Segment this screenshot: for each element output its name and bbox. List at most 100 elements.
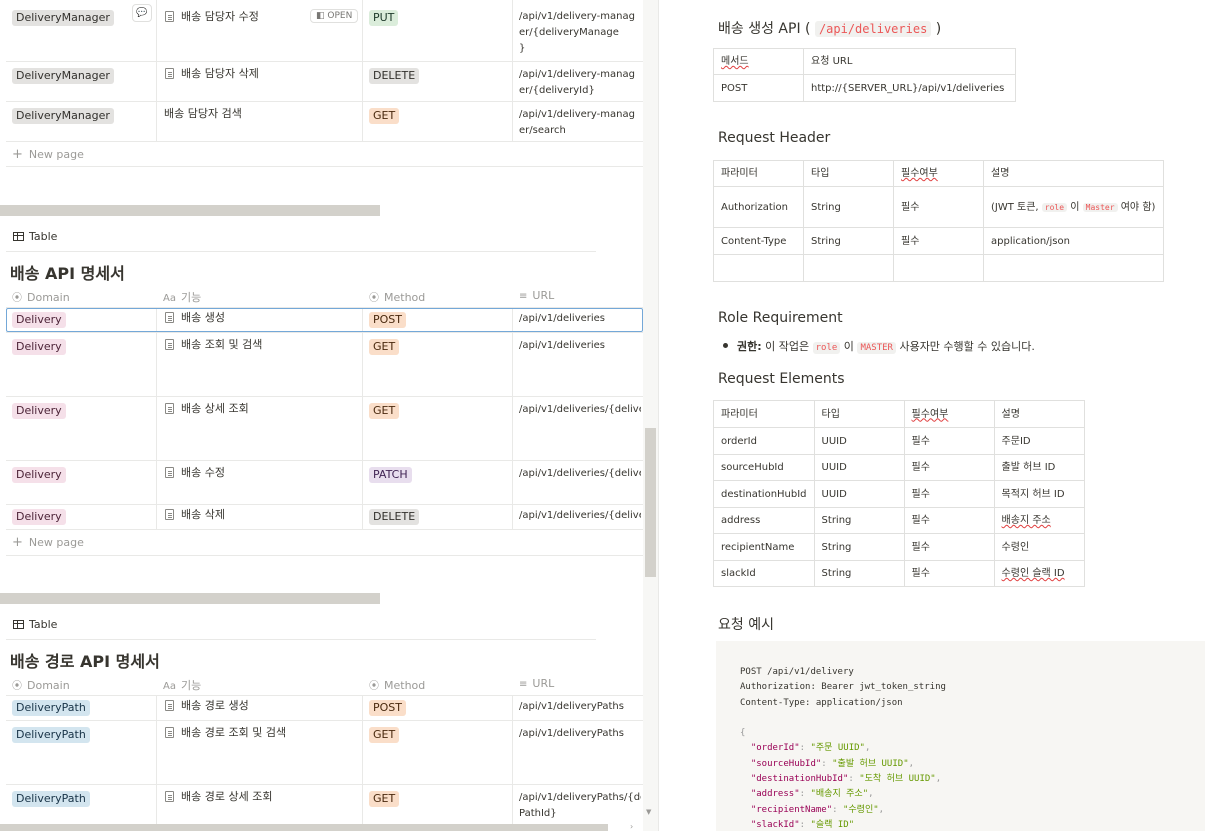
url-cell[interactable]: /api/v1/deliveryPaths: [513, 721, 643, 784]
feature-name[interactable]: 배송 경로 상세 조회: [181, 790, 272, 804]
url-cell[interactable]: /api/v1/delivery-manager/search: [513, 102, 643, 141]
method-cell[interactable]: GET: [363, 721, 513, 784]
header-domain[interactable]: ⦿ Domain: [12, 677, 70, 692]
section-heading: 요청 예시: [718, 617, 774, 633]
section-heading: Role Requirement: [718, 310, 843, 326]
method-tag: GET: [369, 791, 400, 807]
feature-name[interactable]: 배송 경로 조회 및 검색: [181, 726, 286, 740]
feature-name[interactable]: 배송 담당자 삭제: [181, 67, 259, 81]
table-row[interactable]: Delivery 배송 상세 조회 GET /api/v1/deliveries…: [6, 397, 643, 461]
domain-cell[interactable]: DeliveryManager: [6, 62, 157, 101]
title-code: /api/deliveries: [814, 21, 932, 37]
header-feature[interactable]: Aa 기능: [163, 289, 201, 305]
method-cell[interactable]: GET: [363, 397, 513, 460]
table-row[interactable]: Delivery 배송 조회 및 검색 GET /api/v1/deliveri…: [6, 333, 643, 397]
method-tag: GET: [369, 727, 400, 743]
feature-cell[interactable]: 배송 담당자 삭제: [157, 62, 363, 101]
page-icon: [165, 467, 174, 478]
domain-cell[interactable]: Delivery: [6, 397, 157, 460]
url-cell[interactable]: /api/v1/deliveries/{delivery: [513, 461, 643, 504]
feature-cell[interactable]: 배송 조회 및 검색: [157, 333, 363, 396]
method-cell[interactable]: DELETE: [363, 505, 513, 529]
url-cell[interactable]: /api/v1/deliveries: [513, 333, 643, 396]
url-cell[interactable]: /api/v1/delivery-manager/{deliveryId}: [513, 62, 643, 101]
method-cell[interactable]: PUT: [363, 0, 513, 61]
role-bullet: 권한: 이 작업은 role 이 MASTER 사용자만 수행할 수 있습니다.: [723, 338, 1035, 354]
vertical-scrollbar-track[interactable]: [643, 0, 658, 831]
horizontal-scrollbar[interactable]: [0, 824, 608, 831]
new-page-button[interactable]: + New page: [12, 535, 84, 550]
table-row[interactable]: Delivery 배송 수정 PATCH /api/v1/deliveries/…: [6, 461, 643, 505]
elements-table: 파라미터 타입 필수여부 설명 orderId UUID 필수 주문ID source…: [713, 400, 1085, 587]
plus-icon: +: [12, 147, 23, 162]
feature-name[interactable]: 배송 상세 조회: [181, 402, 249, 416]
document-pane: 배송 생성 API ( /api/deliveries ) 메서드 요청 URL…: [659, 0, 1205, 831]
table-row[interactable]: DeliveryPath 배송 경로 조회 및 검색 GET /api/v1/d…: [6, 721, 643, 785]
method-cell[interactable]: GET: [363, 333, 513, 396]
table-view-tab[interactable]: Table: [13, 230, 57, 243]
url-cell[interactable]: /api/v1/delivery-manager/{deliveryManage…: [513, 0, 643, 61]
header-feature[interactable]: Aa 기능: [163, 677, 201, 693]
domain-cell[interactable]: DeliveryManager: [6, 102, 157, 141]
header-table: 파라미터 타입 필수여부 설명 Authorization String 필수 …: [713, 160, 1164, 282]
table-cell: 필수: [903, 560, 995, 587]
feature-name[interactable]: 배송 조회 및 검색: [181, 338, 262, 352]
new-page-button[interactable]: + New page: [12, 147, 84, 162]
url-cell[interactable]: /api/v1/deliveries/{delivery: [513, 505, 643, 529]
feature-cell[interactable]: 배송 경로 조회 및 검색: [157, 721, 363, 784]
url-cell[interactable]: /api/v1/deliveryPaths: [513, 696, 643, 720]
feature-name[interactable]: 배송 담당자 검색: [164, 107, 242, 121]
table-cell: 필수: [903, 454, 995, 481]
scroll-right-arrow-icon[interactable]: ›: [630, 822, 633, 831]
domain-cell[interactable]: DeliveryManager 💬: [6, 0, 157, 61]
code-block[interactable]: POST /api/v1/delivery Authorization: Bea…: [716, 641, 1205, 831]
method-cell[interactable]: GET: [363, 102, 513, 141]
horizontal-scrollbar[interactable]: [0, 205, 380, 216]
domain-cell[interactable]: Delivery: [6, 333, 157, 396]
header-domain[interactable]: ⦿ Domain: [12, 289, 70, 304]
database-title[interactable]: 배송 API 명세서: [10, 260, 125, 284]
horizontal-scrollbar[interactable]: [0, 593, 380, 604]
feature-name[interactable]: 배송 담당자 수정: [181, 10, 259, 24]
feature-name[interactable]: 배송 수정: [181, 466, 225, 480]
open-label: OPEN: [327, 11, 353, 21]
plus-icon: +: [12, 535, 23, 550]
table-row[interactable]: DeliveryManager 💬 배송 담당자 수정 ◧ OPEN PUT /…: [6, 0, 643, 62]
table-header: ⦿ Domain Aa 기능 ⦿ Method ≡ URL: [6, 672, 643, 696]
feature-cell[interactable]: 배송 상세 조회: [157, 397, 363, 460]
vertical-scrollbar-thumb[interactable]: [645, 428, 656, 577]
text-lines-icon: ≡: [519, 679, 528, 690]
method-cell[interactable]: DELETE: [363, 62, 513, 101]
feature-cell[interactable]: 배송 담당자 검색: [157, 102, 363, 141]
url-cell[interactable]: /api/v1/deliveries/{delivery: [513, 397, 643, 460]
feature-name[interactable]: 배송 삭제: [181, 508, 225, 522]
method-cell[interactable]: PATCH: [363, 461, 513, 504]
database-title[interactable]: 배송 경로 API 명세서: [10, 648, 160, 672]
domain-cell[interactable]: DeliveryPath: [6, 696, 157, 720]
comment-icon[interactable]: 💬: [132, 4, 152, 22]
feature-name[interactable]: 배송 경로 생성: [181, 699, 249, 713]
feature-cell[interactable]: 배송 경로 생성: [157, 696, 363, 720]
feature-cell[interactable]: 배송 삭제: [157, 505, 363, 529]
open-page-button[interactable]: ◧ OPEN: [310, 9, 359, 23]
domain-cell[interactable]: Delivery: [6, 505, 157, 529]
feature-cell[interactable]: 배송 수정: [157, 461, 363, 504]
domain-cell[interactable]: Delivery: [6, 461, 157, 504]
table-row[interactable]: DeliveryManager 배송 담당자 삭제 DELETE /api/v1…: [6, 62, 643, 102]
method-cell[interactable]: POST: [363, 696, 513, 720]
url-text: /api/v1/deliveries: [519, 340, 606, 351]
table-view-tab[interactable]: Table: [13, 618, 57, 631]
table-cell: 목적지 허브 ID: [993, 480, 1085, 508]
header-url[interactable]: ≡ URL: [519, 677, 554, 690]
feature-cell[interactable]: 배송 담당자 수정 ◧ OPEN: [157, 0, 363, 61]
header-method[interactable]: ⦿ Method: [369, 677, 425, 692]
table-row[interactable]: DeliveryPath 배송 경로 생성 POST /api/v1/deliv…: [6, 696, 643, 721]
domain-cell[interactable]: DeliveryPath: [6, 721, 157, 784]
scroll-down-arrow-icon[interactable]: ▼: [646, 808, 651, 816]
header-method[interactable]: ⦿ Method: [369, 289, 425, 304]
table-row[interactable]: Delivery 배송 삭제 DELETE /api/v1/deliveries…: [6, 505, 643, 530]
table-row[interactable]: DeliveryManager 배송 담당자 검색 GET /api/v1/de…: [6, 102, 643, 142]
header-cell: 파라미터: [713, 400, 815, 428]
header-url[interactable]: ≡ URL: [519, 289, 554, 302]
method-tag: GET: [369, 339, 400, 355]
